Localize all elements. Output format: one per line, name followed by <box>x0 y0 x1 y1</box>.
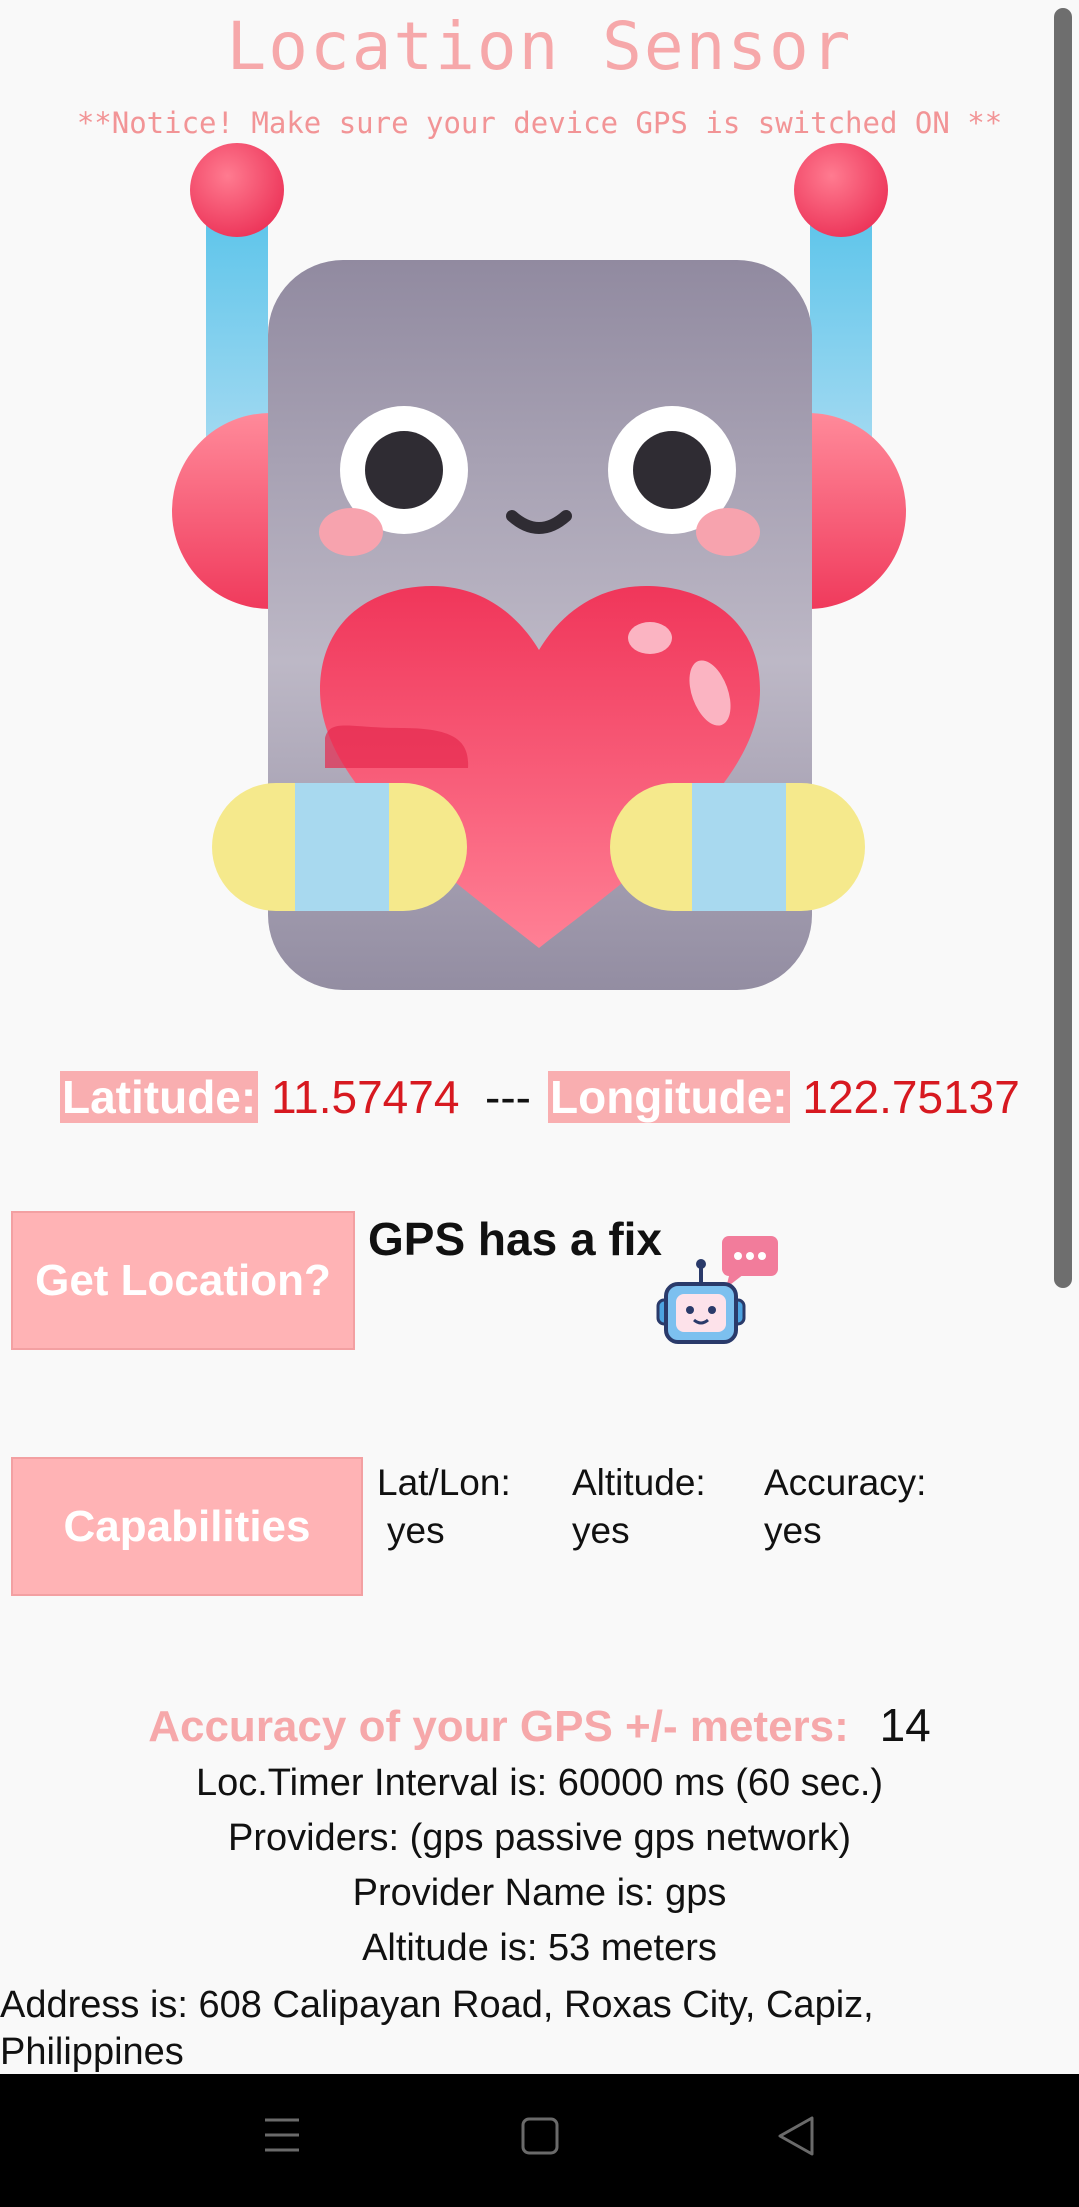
latitude-value: 11.57474 <box>270 1071 460 1123</box>
cap-accuracy: Accuracy: yes <box>764 1459 926 1555</box>
cap-accuracy-label: Accuracy: <box>764 1462 927 1503</box>
longitude-label: Longitude: <box>548 1071 790 1123</box>
cap-altitude-value: yes <box>572 1510 630 1551</box>
cap-latlon-label: Lat/Lon: <box>377 1462 511 1503</box>
gps-status: GPS has a fix <box>368 1213 663 1265</box>
cap-latlon: Lat/Lon: yes <box>377 1459 511 1555</box>
capabilities-button[interactable]: Capabilities <box>11 1457 363 1596</box>
system-nav-bar <box>0 2074 1079 2207</box>
menu-icon[interactable] <box>262 2116 302 2154</box>
accuracy-line: Accuracy of your GPS +/- meters: 14 <box>0 1698 1079 1752</box>
cap-altitude-label: Altitude: <box>572 1462 706 1503</box>
cap-latlon-value: yes <box>387 1510 445 1551</box>
get-location-button[interactable]: Get Location? <box>11 1211 355 1350</box>
gps-notice: **Notice! Make sure your device GPS is s… <box>76 106 1003 140</box>
address-line-1: Address is: 608 Calipayan Road, Roxas Ci… <box>0 1984 874 2026</box>
cap-altitude: Altitude: yes <box>572 1459 706 1555</box>
back-triangle-icon[interactable] <box>776 2114 816 2158</box>
cap-accuracy-value: yes <box>764 1510 822 1551</box>
latitude-row: Latitude: 11.57474 <box>60 1066 459 1128</box>
page-title: Location Sensor <box>226 8 853 85</box>
timer-interval: Loc.Timer Interval is: 60000 ms (60 sec.… <box>195 1762 884 1804</box>
chat-robot-icon <box>656 1236 778 1344</box>
address-line-2: Philippines <box>0 2031 184 2073</box>
latitude-label: Latitude: <box>60 1071 259 1123</box>
coordinate-separator: --- <box>485 1071 531 1123</box>
longitude-value: 122.75137 <box>802 1071 1020 1123</box>
home-square-icon[interactable] <box>520 2116 560 2156</box>
accuracy-label: Accuracy of your GPS +/- meters: <box>148 1702 849 1751</box>
robot-holding-heart-icon <box>172 143 906 990</box>
provider-name: Provider Name is: gps <box>352 1872 727 1914</box>
altitude: Altitude is: 53 meters <box>362 1927 717 1969</box>
providers: Providers: (gps passive gps network) <box>227 1817 852 1859</box>
address: Address is: 608 Calipayan Road, Roxas Ci… <box>0 1982 874 2076</box>
longitude-row: Longitude: 122.75137 <box>548 1066 1020 1128</box>
accuracy-value: 14 <box>879 1699 931 1751</box>
scrollbar[interactable] <box>1054 8 1072 1288</box>
